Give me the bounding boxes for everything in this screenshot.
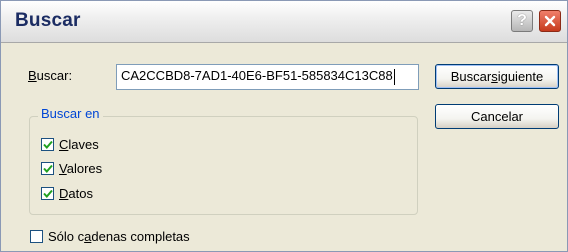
keys-checkbox[interactable] (41, 137, 54, 151)
title-bar[interactable]: Buscar ? (1, 1, 567, 43)
find-next-label-pre: Buscar (450, 69, 492, 84)
whole-string-checkbox[interactable] (30, 229, 43, 243)
keys-label-text: laves (68, 136, 99, 152)
values-checkbox-row[interactable]: Valores (41, 160, 102, 176)
search-input-value: CA2CCBD8-7AD1-40E6-BF51-585834C13C88 (121, 68, 393, 83)
values-mnemonic: V (59, 160, 67, 176)
search-label-mnemonic: B (28, 68, 37, 83)
whole-string-label-post: denas completas (91, 228, 190, 244)
check-mark-icon (42, 164, 53, 173)
look-in-title: Buscar en (38, 106, 103, 121)
find-dialog: Buscar ? Buscar: CA2CCBD8-7AD1-40E6-BF51… (0, 0, 568, 252)
keys-label: Claves (59, 137, 99, 152)
keys-checkbox-row[interactable]: Claves (41, 136, 99, 152)
search-label-text: uscar: (36, 68, 73, 83)
help-button[interactable]: ? (511, 10, 533, 32)
check-mark-icon (42, 189, 53, 198)
check-mark-icon (42, 140, 53, 149)
help-icon: ? (517, 12, 527, 29)
find-next-button[interactable]: Buscar s iguiente (435, 64, 559, 89)
search-input[interactable]: CA2CCBD8-7AD1-40E6-BF51-585834C13C88 (116, 64, 419, 90)
values-checkbox[interactable] (41, 161, 54, 175)
text-caret (393, 68, 395, 85)
data-label-text: atos (68, 185, 93, 201)
whole-string-label: Sólo cadenas completas (48, 229, 190, 244)
cancel-label: Cancelar (470, 109, 524, 124)
dialog-title: Buscar (15, 10, 81, 31)
search-label: Buscar: (28, 68, 72, 83)
whole-string-checkbox-row[interactable]: Sólo cadenas completas (30, 228, 190, 244)
values-label-text: alores (66, 160, 103, 176)
keys-mnemonic: C (59, 136, 69, 152)
data-checkbox[interactable] (41, 186, 54, 200)
data-checkbox-row[interactable]: Datos (41, 185, 93, 201)
close-icon (544, 15, 556, 27)
cancel-button[interactable]: Cancelar (435, 104, 559, 129)
data-mnemonic: D (59, 185, 69, 201)
close-button[interactable] (539, 10, 561, 32)
values-label: Valores (59, 161, 102, 176)
whole-string-label-pre: Sólo c (48, 228, 85, 244)
find-next-label-post: iguiente (497, 69, 544, 84)
data-label: Datos (59, 186, 93, 201)
